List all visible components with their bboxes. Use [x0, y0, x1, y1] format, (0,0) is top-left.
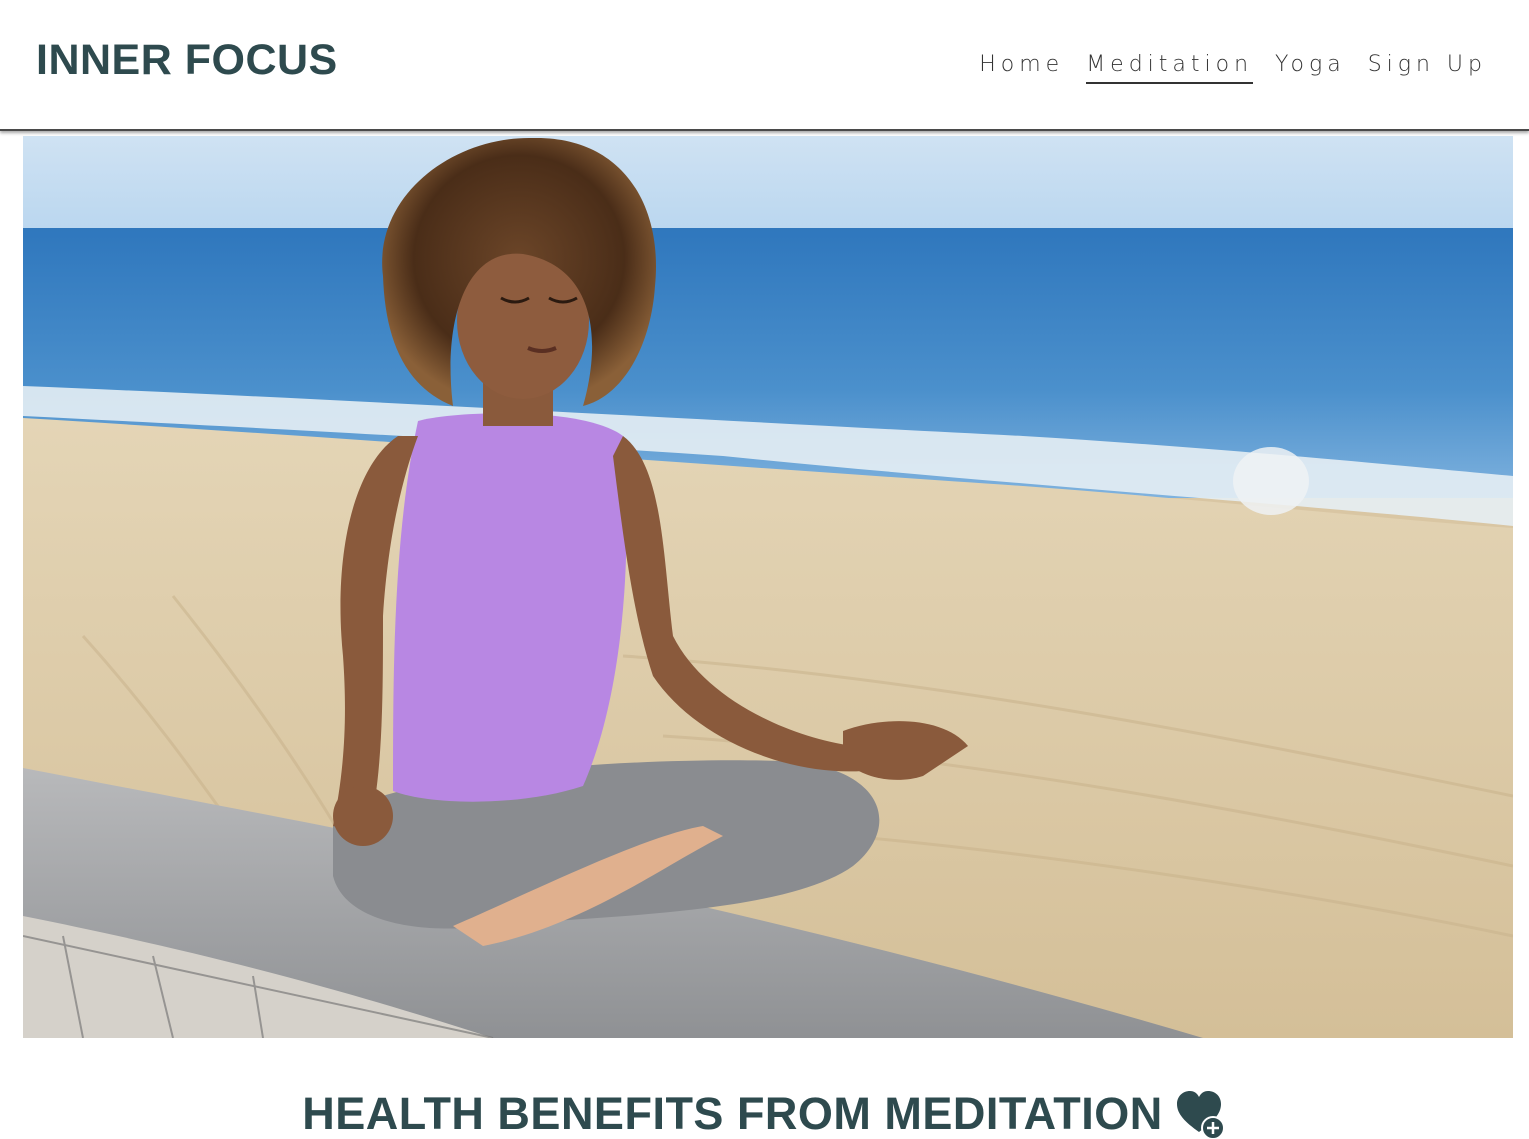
site-logo[interactable]: INNER FOCUS	[36, 36, 338, 84]
section-title-text: HEALTH BENEFITS FROM MEDITATION	[302, 1088, 1163, 1139]
section-title: HEALTH BENEFITS FROM MEDITATION	[0, 1086, 1529, 1139]
nav-sign-up[interactable]: Sign Up	[1368, 50, 1487, 84]
nav-meditation[interactable]: Meditation	[1086, 50, 1254, 84]
hero-image	[23, 136, 1513, 1038]
nav-home[interactable]: Home	[979, 50, 1064, 84]
heart-plus-icon	[1176, 1091, 1225, 1139]
main-nav: Home Meditation Yoga Sign Up	[979, 50, 1487, 84]
meditation-photo	[23, 136, 1513, 1038]
site-header: INNER FOCUS Home Meditation Yoga Sign Up	[0, 0, 1529, 131]
nav-yoga[interactable]: Yoga	[1275, 50, 1346, 84]
